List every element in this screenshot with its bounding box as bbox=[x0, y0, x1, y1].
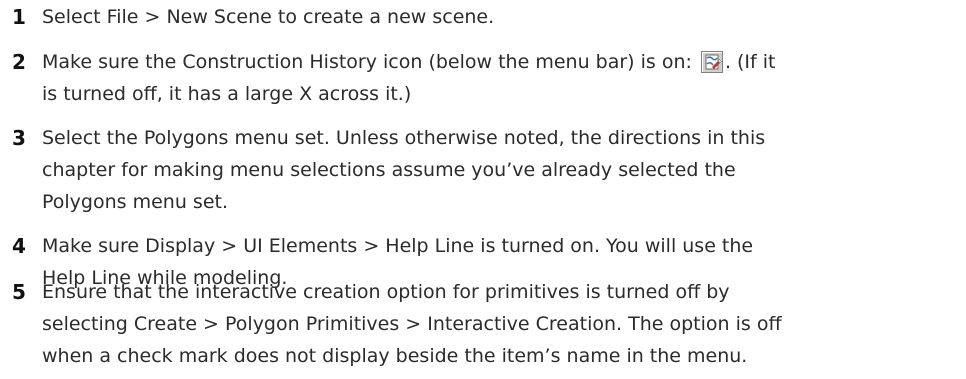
step-text-line: when a check mark does not display besid… bbox=[42, 345, 748, 367]
step-text: Select File > New Scene to create a new … bbox=[42, 1, 957, 33]
step-text: Select the Polygons menu set. Unless oth… bbox=[42, 122, 957, 218]
step-number: 1 bbox=[12, 5, 26, 29]
step-text: Make sure the Construction History icon … bbox=[42, 46, 957, 110]
step-text-line: Polygons menu set. bbox=[42, 191, 228, 213]
step-text-line: chapter for making menu selections assum… bbox=[42, 159, 736, 181]
step-text-line: Make sure the Construction History icon … bbox=[42, 46, 957, 78]
step-number: 5 bbox=[12, 280, 26, 304]
step-text-line: is turned off, it has a large X across i… bbox=[42, 83, 412, 105]
construction-history-icon bbox=[700, 51, 723, 73]
step-text-line: Ensure that the interactive creation opt… bbox=[42, 281, 730, 303]
step-number: 4 bbox=[12, 234, 26, 258]
step-text-line: Select the Polygons menu set. Unless oth… bbox=[42, 127, 766, 149]
step-text: Ensure that the interactive creation opt… bbox=[42, 276, 957, 372]
step-text-line: selecting Create > Polygon Primitives > … bbox=[42, 313, 782, 335]
step-text-line: Select File > New Scene to create a new … bbox=[42, 6, 495, 28]
step-number: 3 bbox=[12, 126, 26, 150]
step-text-segment: Make sure the Construction History icon … bbox=[42, 51, 698, 73]
step-number: 2 bbox=[12, 50, 26, 74]
step-text-line: Make sure Display > UI Elements > Help L… bbox=[42, 235, 754, 257]
step-text-segment: . (If it bbox=[724, 51, 776, 73]
